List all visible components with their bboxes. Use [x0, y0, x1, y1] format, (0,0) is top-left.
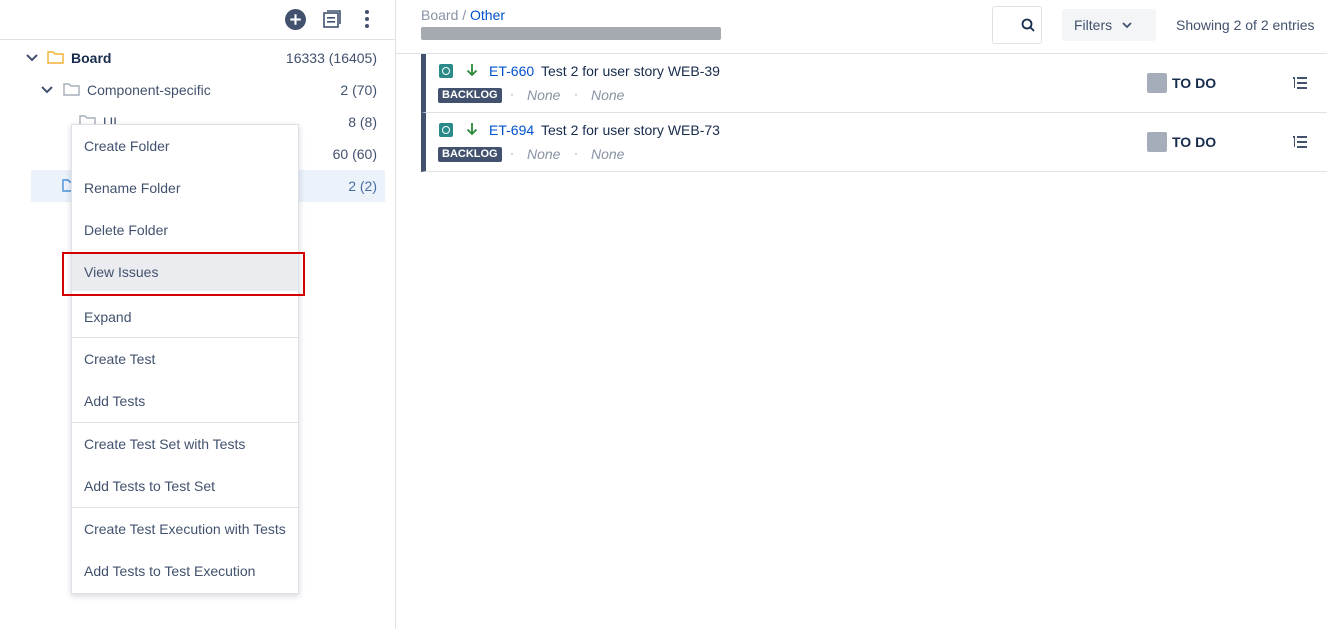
tree-item-label: Component-specific	[87, 82, 211, 98]
list-details-icon[interactable]	[1293, 135, 1307, 151]
chevron-down-icon[interactable]	[40, 83, 54, 97]
menu-item-add-tests-to-test-execution[interactable]: Add Tests to Test Execution	[72, 550, 298, 592]
issue-row[interactable]: ET-694 Test 2 for user story WEB-73 BACK…	[421, 113, 1327, 172]
field-value: None	[527, 146, 561, 162]
tree-item-component-specific[interactable]: Component-specific 2 (70)	[31, 74, 385, 106]
add-folder-button[interactable]	[283, 7, 307, 31]
status-text[interactable]: TO DO	[1172, 75, 1216, 91]
view-toggle-button[interactable]	[319, 7, 343, 31]
backlog-lozenge: BACKLOG	[438, 88, 502, 103]
list-details-icon[interactable]	[1293, 76, 1307, 92]
menu-item-view-issues[interactable]: View Issues	[72, 253, 298, 291]
status-text[interactable]: TO DO	[1172, 134, 1216, 150]
tree-item-count: 8 (8)	[348, 114, 377, 130]
tree-item-board[interactable]: Board 16333 (16405)	[26, 42, 385, 74]
folder-icon	[63, 83, 81, 97]
tree-item-count: 2 (2)	[348, 178, 377, 194]
breadcrumb: Board / Other	[421, 7, 505, 23]
folder-icon	[47, 51, 65, 65]
issue-key-link[interactable]: ET-694	[489, 122, 534, 138]
tree-toolbar	[0, 0, 395, 40]
entries-count-text: Showing 2 of 2 entries	[1176, 17, 1315, 33]
menu-item-create-test-execution[interactable]: Create Test Execution with Tests	[72, 508, 298, 550]
search-button[interactable]	[992, 6, 1042, 44]
tree-item-count: 16333 (16405)	[285, 50, 377, 66]
chevron-down-icon[interactable]	[25, 51, 39, 65]
menu-item-create-test-set[interactable]: Create Test Set with Tests	[72, 423, 298, 465]
menu-item-add-tests[interactable]: Add Tests	[72, 380, 298, 422]
status-color-square	[1147, 132, 1167, 152]
breadcrumb-current[interactable]: Other	[470, 7, 505, 23]
status-color-square	[1147, 73, 1167, 93]
menu-item-expand[interactable]: Expand	[72, 296, 298, 338]
field-value: None	[591, 146, 625, 162]
field-value: None	[527, 87, 561, 103]
breadcrumb-root[interactable]: Board	[421, 7, 458, 23]
backlog-lozenge: BACKLOG	[438, 147, 502, 162]
menu-item-create-test[interactable]: Create Test	[72, 338, 298, 380]
menu-item-rename-folder[interactable]: Rename Folder	[72, 167, 298, 209]
more-options-button[interactable]	[355, 7, 379, 31]
filters-dropdown[interactable]: Filters	[1062, 9, 1156, 41]
test-type-icon	[439, 123, 453, 137]
page-title-redacted	[421, 27, 721, 40]
folder-context-menu: Create Folder Rename Folder Delete Folde…	[71, 124, 299, 594]
menu-item-add-tests-to-test-set[interactable]: Add Tests to Test Set	[72, 465, 298, 507]
add-circle-icon	[284, 8, 306, 30]
view-toggle-icon	[323, 10, 341, 28]
breadcrumb-separator: /	[458, 7, 471, 23]
separator-dot: ·	[574, 146, 578, 160]
tree-item-label: Board	[71, 50, 112, 66]
search-icon	[1021, 18, 1035, 32]
issue-summary[interactable]: Test 2 for user story WEB-39	[541, 63, 720, 79]
priority-low-arrow-icon	[466, 122, 478, 139]
test-type-icon	[439, 64, 453, 78]
issue-summary[interactable]: Test 2 for user story WEB-73	[541, 122, 720, 138]
issue-row[interactable]: ET-660 Test 2 for user story WEB-39 BACK…	[421, 54, 1327, 113]
tree-item-count: 60 (60)	[332, 146, 377, 162]
separator-dot: ·	[510, 146, 514, 160]
more-vertical-icon	[365, 10, 369, 28]
field-value: None	[591, 87, 625, 103]
separator-dot: ·	[510, 87, 514, 101]
priority-low-arrow-icon	[466, 63, 478, 80]
issue-key-link[interactable]: ET-660	[489, 63, 534, 79]
menu-item-create-folder[interactable]: Create Folder	[72, 125, 298, 167]
filters-label: Filters	[1074, 17, 1113, 33]
chevron-down-icon	[1122, 21, 1132, 28]
menu-item-delete-folder[interactable]: Delete Folder	[72, 209, 298, 251]
tree-item-count: 2 (70)	[340, 82, 377, 98]
separator-dot: ·	[574, 87, 578, 101]
